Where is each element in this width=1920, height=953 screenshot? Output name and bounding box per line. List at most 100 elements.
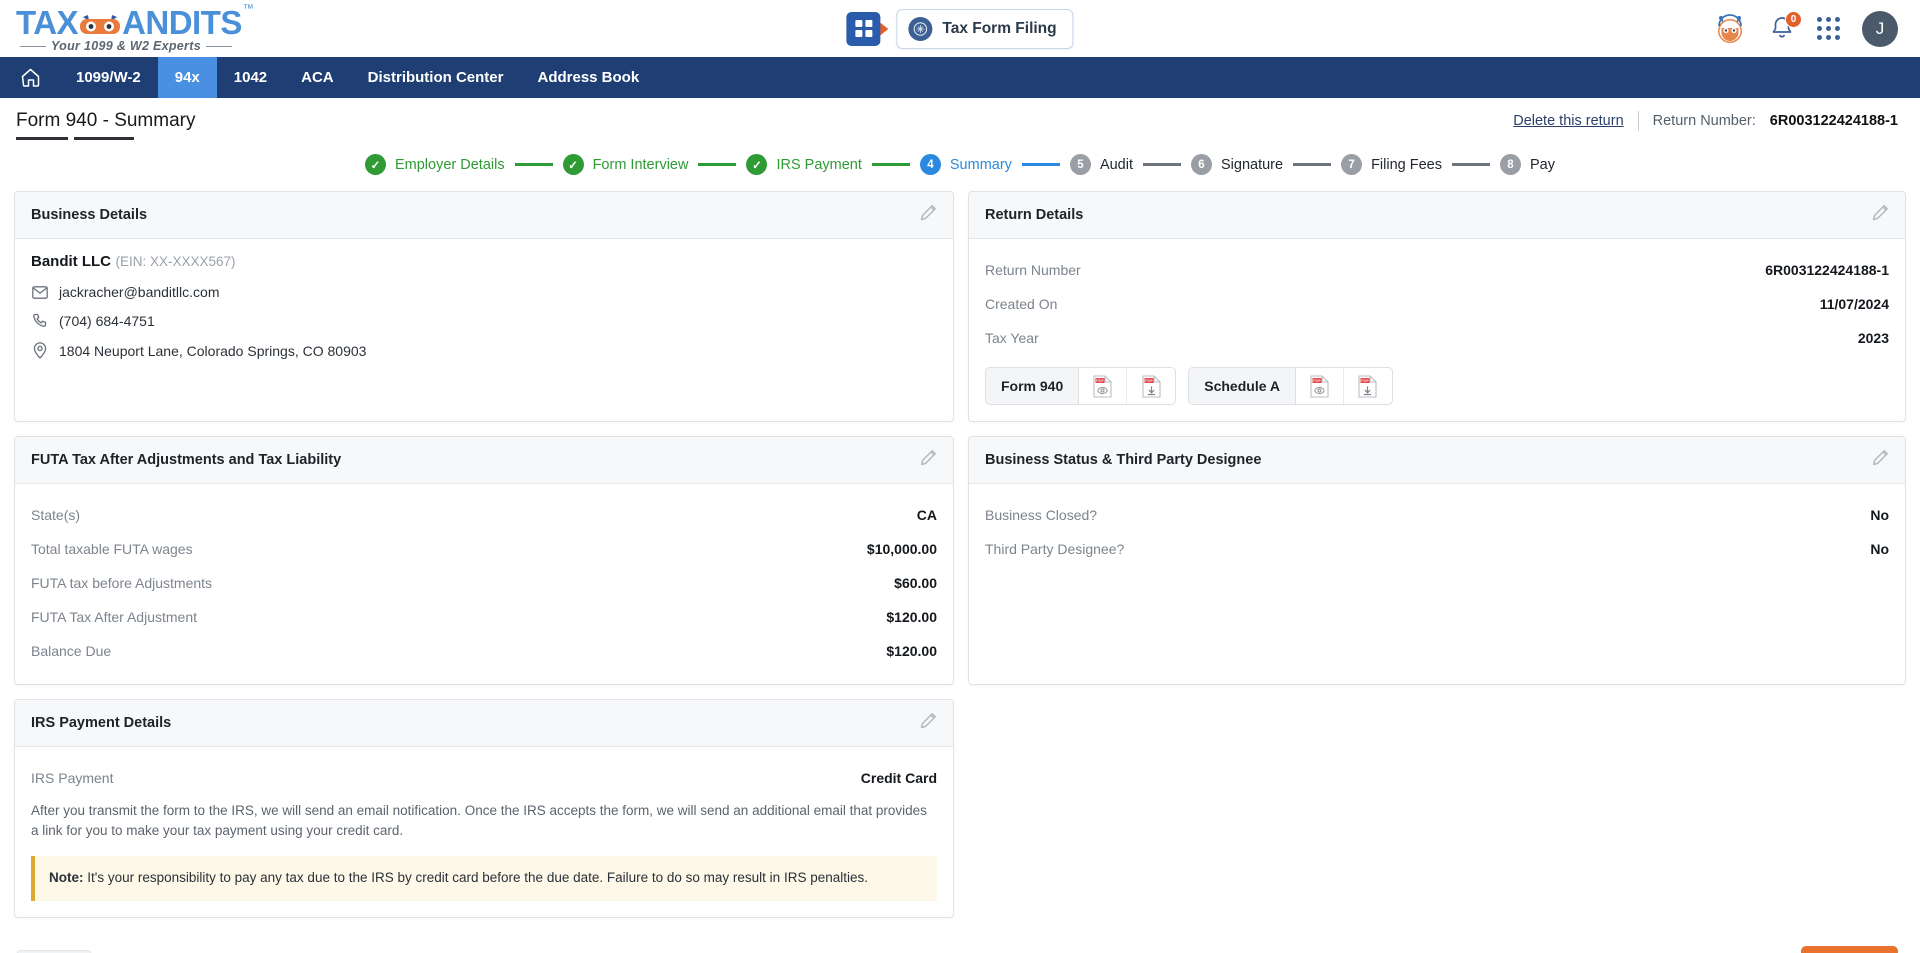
step-summary[interactable]: 4 Summary bbox=[919, 154, 1012, 175]
return-details-header: Return Details bbox=[969, 192, 1905, 239]
step-pay[interactable]: 8 Pay bbox=[1500, 154, 1555, 175]
schedule-a-view-pdf-icon[interactable]: PDF bbox=[1296, 368, 1344, 404]
action-buttons: ‹ Back Next bbox=[0, 932, 1920, 953]
nav-item-1099-w2[interactable]: 1099/W-2 bbox=[59, 57, 158, 98]
irs-payment-note-text: It's your responsibility to pay any tax … bbox=[83, 870, 868, 886]
return-details-title: Return Details bbox=[985, 207, 1084, 223]
delete-return-link[interactable]: Delete this return bbox=[1513, 113, 1623, 129]
card-row-3: IRS Payment Details IRS Payment Credit C… bbox=[14, 699, 1906, 919]
business-closed-key: Business Closed? bbox=[985, 507, 1098, 523]
business-phone-row: (704) 684-4751 bbox=[31, 313, 937, 329]
futa-key-total-wages: Total taxable FUTA wages bbox=[31, 541, 193, 557]
futa-value-states: CA bbox=[916, 507, 937, 523]
business-name: Bandit LLC bbox=[31, 253, 111, 270]
edit-business-details-icon[interactable] bbox=[920, 204, 937, 226]
form-940-view-pdf-icon[interactable]: PDF bbox=[1079, 368, 1128, 404]
schedule-a-download-pdf-icon[interactable]: PDF bbox=[1344, 368, 1392, 404]
tax-form-filing-button[interactable]: Tax Form Filing bbox=[896, 8, 1074, 49]
notifications-button[interactable]: 0 bbox=[1769, 10, 1802, 43]
card-row-2: FUTA Tax After Adjustments and Tax Liabi… bbox=[14, 436, 1906, 685]
step-connector bbox=[871, 163, 910, 166]
futa-key-balance-due: Balance Due bbox=[31, 643, 112, 659]
irs-payment-note: Note: It's your responsibility to pay an… bbox=[31, 856, 937, 902]
step-audit[interactable]: 5 Audit bbox=[1069, 154, 1133, 175]
futa-tax-header: FUTA Tax After Adjustments and Tax Liabi… bbox=[15, 437, 953, 484]
irs-payment-row: IRS Payment Credit Card bbox=[31, 761, 937, 795]
business-details-header: Business Details bbox=[15, 192, 953, 239]
form-940-download-pdf-icon[interactable]: PDF bbox=[1127, 368, 1175, 404]
futa-row-before-adjustments: FUTA tax before Adjustments $60.00 bbox=[31, 566, 937, 600]
edit-business-status-icon[interactable] bbox=[1872, 449, 1889, 471]
step-1-check-icon: ✓ bbox=[364, 154, 386, 175]
futa-value-balance-due: $120.00 bbox=[886, 643, 937, 659]
tax-year-row: Tax Year 2023 bbox=[985, 321, 1889, 355]
business-status-title: Business Status & Third Party Designee bbox=[985, 452, 1262, 468]
svg-text:PDF: PDF bbox=[1096, 378, 1105, 383]
step-form-interview[interactable]: ✓ Form Interview bbox=[562, 154, 688, 175]
nav-item-94x[interactable]: 94x bbox=[157, 57, 217, 98]
step-2-check-icon: ✓ bbox=[562, 154, 584, 175]
business-closed-row: Business Closed? No bbox=[985, 498, 1889, 532]
main-content: Business Details Bandit LLC (EIN: XX-XXX… bbox=[0, 191, 1920, 919]
business-closed-value: No bbox=[1870, 507, 1889, 523]
page-title: Form 940 - Summary bbox=[16, 110, 196, 131]
step-4-label: Summary bbox=[949, 156, 1012, 173]
phone-icon bbox=[31, 313, 49, 329]
return-number-value: 6R003122424188-1 bbox=[1765, 262, 1889, 278]
third-party-designee-key: Third Party Designee? bbox=[985, 541, 1125, 557]
step-4-number: 4 bbox=[919, 154, 941, 175]
step-6-number: 6 bbox=[1191, 154, 1212, 175]
edit-irs-payment-icon[interactable] bbox=[920, 712, 937, 734]
nav-item-address-book[interactable]: Address Book bbox=[520, 57, 656, 98]
business-name-row: Bandit LLC (EIN: XX-XXXX567) bbox=[31, 253, 937, 271]
bandit-mask-icon bbox=[79, 15, 121, 37]
logo[interactable]: TAX ANDITS ™ Your 1099 & W2 Experts bbox=[0, 3, 254, 53]
futa-row-balance-due: Balance Due $120.00 bbox=[31, 634, 937, 668]
step-irs-payment[interactable]: ✓ IRS Payment bbox=[746, 154, 862, 175]
business-address: 1804 Neuport Lane, Colorado Springs, CO … bbox=[59, 342, 367, 359]
futa-value-before-adjustments: $60.00 bbox=[894, 575, 937, 591]
form-940-group: Form 940 PDF PDF bbox=[985, 367, 1177, 405]
next-button[interactable]: Next bbox=[1801, 946, 1898, 953]
edit-return-details-icon[interactable] bbox=[1872, 204, 1889, 226]
business-details-title: Business Details bbox=[31, 207, 148, 223]
third-party-designee-row: Third Party Designee? No bbox=[985, 532, 1889, 566]
step-filing-fees[interactable]: 7 Filing Fees bbox=[1341, 154, 1442, 175]
apps-grid-icon[interactable] bbox=[1817, 17, 1840, 40]
step-7-number: 7 bbox=[1341, 154, 1363, 175]
app-switcher-button[interactable] bbox=[846, 11, 881, 46]
nav-item-distribution-center[interactable]: Distribution Center bbox=[351, 57, 521, 98]
step-signature[interactable]: 6 Signature bbox=[1191, 154, 1283, 175]
irs-payment-value: Credit Card bbox=[860, 770, 937, 786]
futa-value-after-adjustment: $120.00 bbox=[886, 609, 937, 625]
business-details-body: Bandit LLC (EIN: XX-XXXX567) jackracher@… bbox=[15, 239, 953, 375]
return-details-card: Return Details Return Number 6R003122424… bbox=[968, 191, 1906, 422]
created-on-value: 11/07/2024 bbox=[1819, 296, 1889, 312]
svg-text:PDF: PDF bbox=[1145, 378, 1154, 383]
third-party-designee-value: No bbox=[1870, 541, 1889, 557]
step-connector bbox=[698, 163, 737, 166]
irs-payment-header: IRS Payment Details bbox=[15, 700, 953, 747]
user-avatar[interactable]: J bbox=[1862, 10, 1898, 47]
step-8-label: Pay bbox=[1530, 156, 1555, 173]
progress-stepper: ✓ Employer Details ✓ Form Interview ✓ IR… bbox=[0, 140, 1920, 191]
tax-form-filing-icon bbox=[908, 16, 933, 41]
step-connector bbox=[1293, 163, 1332, 166]
edit-futa-tax-icon[interactable] bbox=[920, 449, 937, 471]
schedule-a-group: Schedule A PDF PDF bbox=[1188, 367, 1393, 405]
futa-row-after-adjustment: FUTA Tax After Adjustment $120.00 bbox=[31, 600, 937, 634]
divider bbox=[1637, 111, 1639, 131]
nav-item-aca[interactable]: ACA bbox=[284, 57, 351, 98]
futa-value-total-wages: $10,000.00 bbox=[866, 541, 937, 557]
nav-item-home[interactable] bbox=[0, 57, 59, 98]
return-number-value: 6R003122424188-1 bbox=[1769, 113, 1898, 129]
assistant-bot-icon[interactable] bbox=[1713, 12, 1747, 46]
step-employer-details[interactable]: ✓ Employer Details bbox=[364, 154, 505, 175]
step-3-label: IRS Payment bbox=[776, 156, 862, 173]
home-icon bbox=[21, 68, 40, 87]
business-details-card: Business Details Bandit LLC (EIN: XX-XXX… bbox=[14, 191, 954, 422]
tax-year-key: Tax Year bbox=[985, 330, 1039, 346]
card-row-1: Business Details Bandit LLC (EIN: XX-XXX… bbox=[14, 191, 1906, 422]
nav-item-1042[interactable]: 1042 bbox=[217, 57, 284, 98]
step-connector bbox=[514, 163, 553, 166]
